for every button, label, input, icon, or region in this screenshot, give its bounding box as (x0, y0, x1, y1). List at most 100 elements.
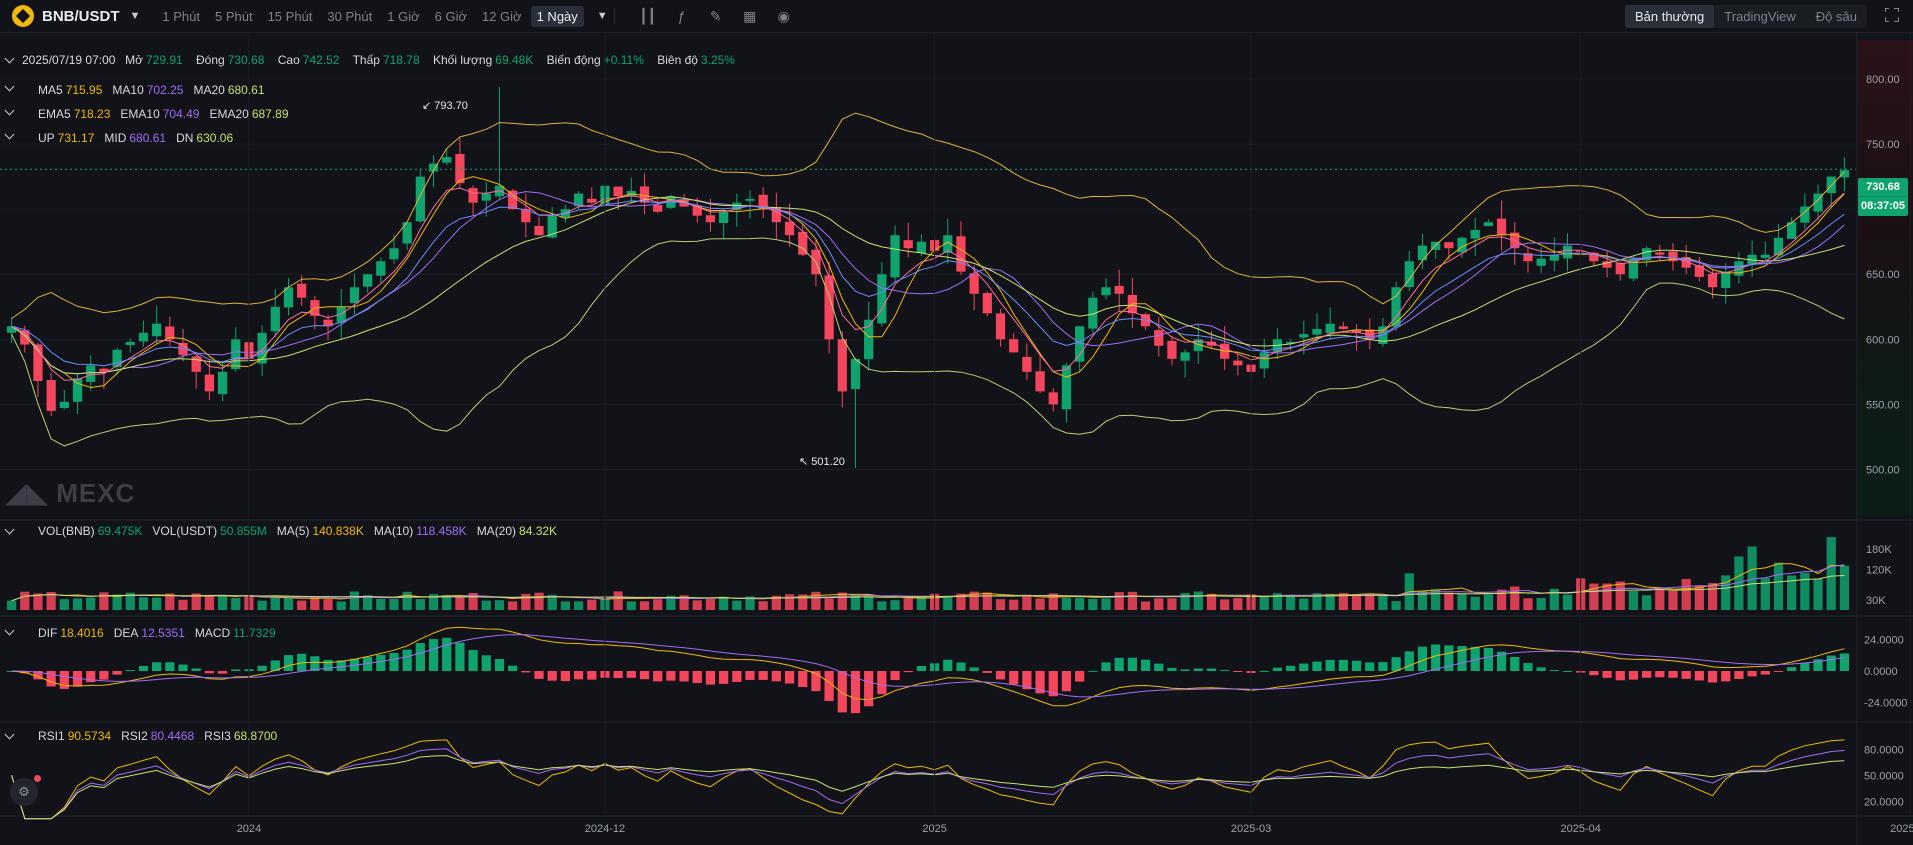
macd-histogram-bar (771, 671, 781, 682)
volume-bar (231, 598, 241, 610)
price-tick-label: 600.00 (1866, 334, 1900, 346)
ema-label-0: EMA5 (38, 107, 71, 121)
macd-histogram-bar (1154, 663, 1164, 671)
mode-tab-2[interactable]: Độ sâu (1806, 5, 1867, 28)
candle-body (217, 371, 228, 395)
timeframe-2[interactable]: 15 Phút (262, 6, 319, 27)
candle-body (46, 380, 56, 411)
timeframe-5[interactable]: 6 Giờ (429, 6, 473, 27)
macd-histogram-bar (152, 662, 162, 671)
boll-label-0: UP (38, 131, 55, 145)
candle-type-icon[interactable]: ┃┃ (639, 7, 657, 25)
volume-bar (1628, 591, 1639, 610)
ema-label-2: EMA20 (209, 107, 249, 121)
volume-bar (1022, 594, 1032, 610)
macd-histogram-bar (1523, 663, 1533, 671)
volume-bar (824, 598, 834, 610)
volume-bar (995, 599, 1006, 610)
candle-body (719, 211, 729, 224)
notification-dot (34, 775, 41, 782)
candle-countdown: 08:37:05 (1858, 196, 1908, 215)
volume-bar (1839, 565, 1850, 610)
chart-canvas[interactable]: 800.00750.00700.00650.00600.00550.00500.… (0, 32, 1913, 845)
close-value: 730.68 (227, 53, 265, 67)
low-annotation: ↖ 501.20 (799, 456, 845, 468)
macd-histogram-bar (1378, 662, 1388, 671)
ma-value-1: 702.25 (146, 83, 184, 97)
candle-body (613, 186, 623, 197)
macd-histogram-bar (1061, 671, 1072, 692)
volume-bar (217, 595, 228, 610)
candle-body (956, 236, 966, 272)
ma-label-0: MA5 (38, 83, 63, 97)
camera-icon[interactable]: ◉ (775, 7, 793, 25)
macd-histogram-bar (547, 671, 557, 681)
macd-histogram-bar (1088, 670, 1098, 672)
amplitude-label: Biên độ (657, 53, 698, 67)
candle-body (1536, 258, 1546, 266)
fullscreen-icon[interactable] (1884, 7, 1899, 22)
macd-histogram-bar (428, 639, 439, 671)
mode-tab-1[interactable]: TradingView (1714, 5, 1806, 28)
price-tick-label: 500.00 (1866, 464, 1900, 476)
candle-body (1022, 356, 1032, 372)
volume-bar (1813, 578, 1823, 610)
macd-histogram-bar (864, 671, 874, 707)
timeframe-3[interactable]: 30 Phút (321, 6, 378, 27)
macd-histogram-bar (1431, 644, 1441, 671)
ema5-line (11, 187, 1845, 381)
mode-tab-0[interactable]: Bản thường (1624, 5, 1715, 28)
macd-tick-label: 24.0000 (1864, 635, 1904, 647)
macd-histogram-bar (679, 671, 689, 682)
timeframe-1[interactable]: 5 Phút (209, 6, 259, 27)
macd-tick-label: 0.0000 (1864, 666, 1898, 678)
candle-body (653, 205, 663, 212)
candle-body (1839, 170, 1850, 178)
timeframe-4[interactable]: 1 Giờ (381, 6, 425, 27)
candle-body (376, 261, 386, 276)
volume-bar (481, 600, 491, 610)
symbol-dropdown-icon[interactable]: ▼ (130, 10, 141, 22)
macd-histogram-bar (1681, 671, 1691, 679)
boll-legend: UP 731.17 MID 680.61 DN 630.06 (38, 131, 243, 145)
candle-body (1417, 245, 1428, 261)
timeframe-6[interactable]: 12 Giờ (476, 6, 528, 27)
draw-pencil-icon[interactable]: ✎ (707, 7, 725, 25)
volume-bar (415, 599, 425, 610)
settings-shortcut-icon[interactable]: ⚙ (10, 778, 38, 806)
volume-bar (1114, 592, 1124, 610)
candle-body (138, 332, 149, 342)
timeframe-0[interactable]: 1 Phút (156, 6, 206, 27)
candle-body (468, 188, 478, 203)
indicator-fx-icon[interactable]: ƒ (673, 7, 691, 25)
timeframe-dropdown-icon[interactable]: ▼ (597, 10, 608, 22)
volume-bar (152, 597, 162, 610)
volume-bar (1035, 598, 1045, 610)
candle-body (837, 339, 847, 392)
low-annotation-value: 501.20 (811, 456, 845, 468)
volume-bar (1470, 596, 1480, 610)
candle-body (850, 358, 861, 390)
layout-grid-icon[interactable]: ▦ (741, 7, 759, 25)
volume-bar (323, 599, 333, 610)
macd-histogram-bar (837, 671, 847, 713)
timeframe-7[interactable]: 1 Ngày (530, 5, 584, 27)
macd-histogram-bar (1114, 657, 1124, 671)
change-value: +0.11% (603, 53, 644, 67)
boll-lower-line (11, 237, 1845, 447)
volume-bar (1193, 591, 1203, 610)
volume-bar (1523, 598, 1533, 610)
volume-bar (903, 598, 913, 610)
volume-bar (1457, 594, 1467, 610)
toolbar-divider (613, 8, 615, 24)
amplitude-value: 3.25% (700, 53, 735, 67)
candle-body (890, 235, 900, 278)
macd-histogram-bar (415, 643, 425, 671)
macd-histogram-bar (1180, 669, 1190, 671)
candle-body (745, 198, 755, 201)
macd-histogram-bar (1773, 671, 1784, 672)
candle-body (231, 339, 241, 370)
candle-body (125, 341, 135, 345)
symbol-name[interactable]: BNB/USDT (42, 8, 120, 25)
macd-value-0: 18.4016 (60, 626, 104, 640)
